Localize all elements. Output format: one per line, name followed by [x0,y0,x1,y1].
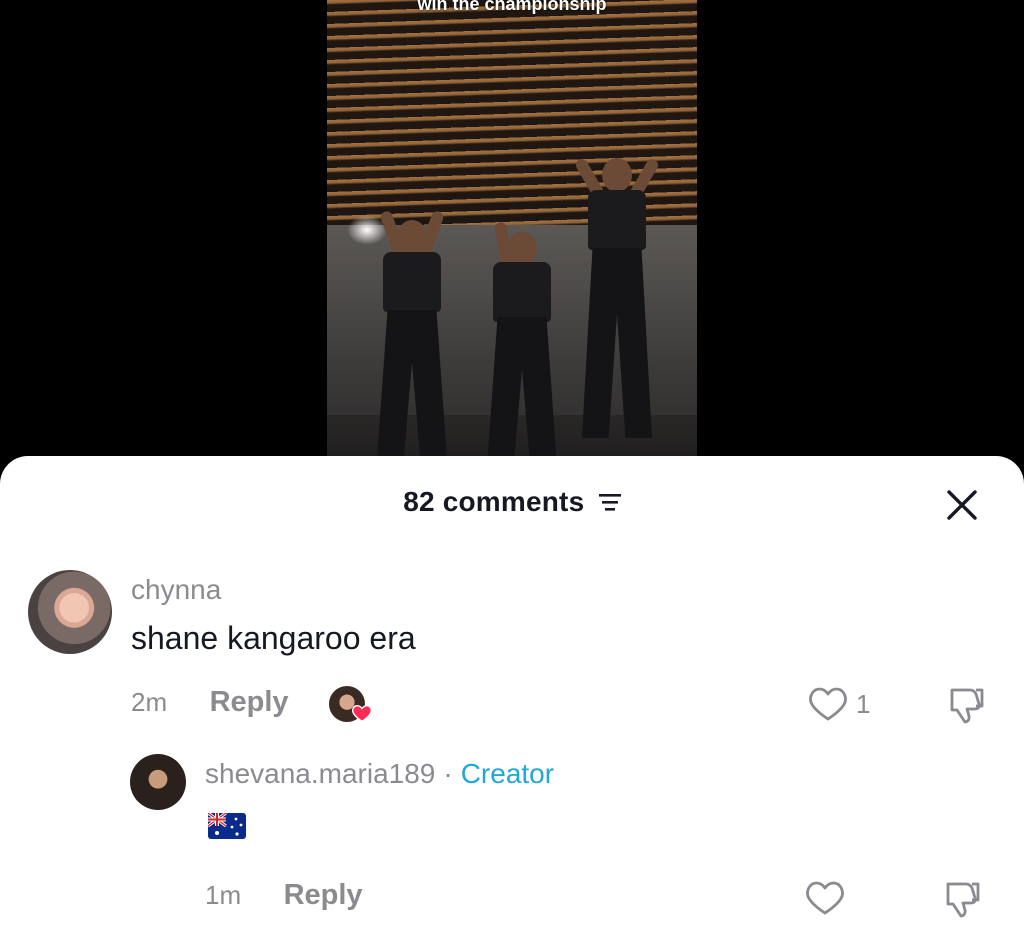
dancer [572,148,662,448]
video-caption: win the championship [417,0,607,14]
comment-text: shane kangaroo era [131,620,416,656]
reply-button[interactable]: Reply [284,879,363,912]
video-player[interactable]: win the championship [327,0,697,470]
australia-flag-icon [207,811,246,839]
like-button[interactable]: 1 [808,686,870,722]
creator-badge: Creator [460,758,555,789]
like-button[interactable] [805,880,845,916]
thumbs-down-icon[interactable] [942,880,984,920]
comments-header: 82 comments [0,486,1024,526]
reply-text [207,811,248,841]
comment-meta: 2m Reply [131,684,372,726]
heart-outline-icon[interactable] [805,880,845,916]
comments-sheet: 82 comments chynna shane kangaroo era 2m… [0,456,1024,931]
avatar[interactable] [130,754,186,810]
avatar[interactable] [28,570,112,654]
creator-separator: · [443,758,453,789]
comment-count: 82 comments [403,486,585,517]
like-count: 1 [856,688,871,719]
reply-username-row: shevana.maria189 · Creator [205,758,554,790]
thumbs-down-icon[interactable] [946,686,988,726]
dancer [477,221,567,467]
heart-outline-icon[interactable] [808,686,848,722]
comment-username[interactable]: chynna [131,574,221,606]
reply-username[interactable]: shevana.maria189 [205,758,435,789]
reply-timestamp: 1m [205,880,242,910]
close-icon[interactable] [944,487,980,523]
heart-filled-icon [352,704,372,723]
reply-meta: 1m Reply [205,879,363,919]
reply-button[interactable]: Reply [210,686,289,719]
comment-timestamp: 2m [131,687,168,717]
sort-lines-icon[interactable] [598,492,621,512]
dancer [367,200,457,460]
creator-liked-avatar [327,684,372,724]
